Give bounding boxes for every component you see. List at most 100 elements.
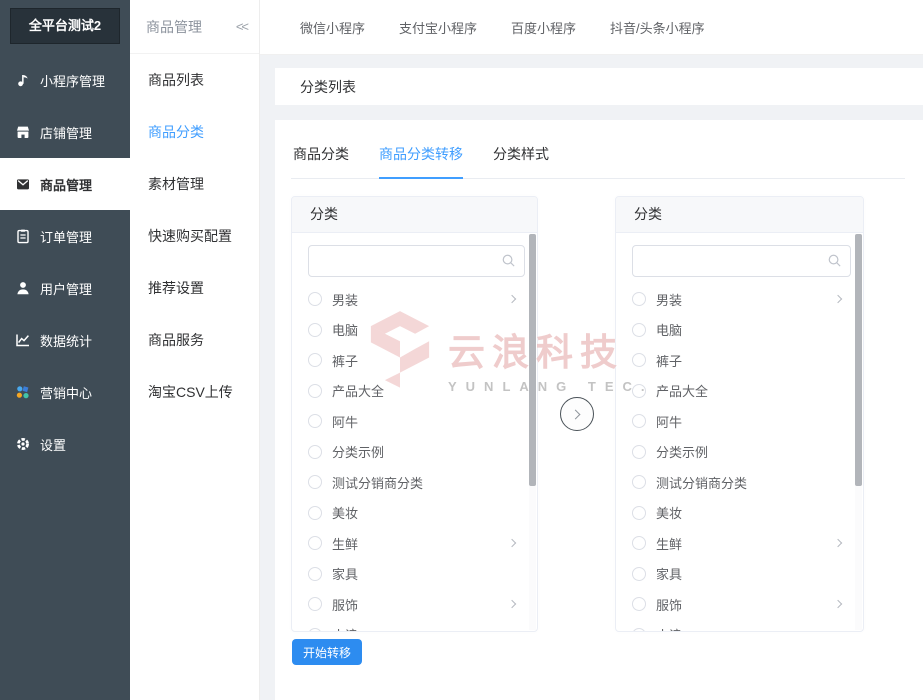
category-list-item[interactable]: 美妆: [308, 498, 537, 529]
category-label: 生鲜: [656, 536, 683, 552]
category-list-item[interactable]: 电脑: [632, 315, 863, 346]
radio-button[interactable]: [308, 353, 322, 368]
sidebar-item-label: 数据统计: [40, 333, 93, 349]
submenu-item-quick-buy[interactable]: 快速购买配置: [130, 210, 259, 262]
radio-button[interactable]: [632, 353, 646, 368]
radio-button[interactable]: [308, 322, 322, 337]
submenu-item-goods-list[interactable]: 商品列表: [130, 54, 259, 106]
category-label: 服饰: [332, 597, 359, 613]
category-list-item[interactable]: 生鲜: [308, 528, 537, 559]
category-list-item[interactable]: 男装: [632, 284, 863, 315]
sidebar-item-miniprogram[interactable]: 小程序管理: [0, 54, 130, 106]
category-label: 裤子: [332, 353, 359, 369]
stats-icon: [15, 332, 31, 348]
topbar-tab-wechat[interactable]: 微信小程序: [300, 18, 365, 37]
page-title: 分类列表: [300, 78, 356, 95]
radio-button[interactable]: [308, 627, 322, 631]
sidebar-item-marketing[interactable]: 营销中心: [0, 366, 130, 418]
radio-button[interactable]: [632, 322, 646, 337]
radio-button[interactable]: [308, 383, 322, 398]
category-label: 测试分销商分类: [656, 475, 748, 491]
panel-body: 男装 电脑 裤子 产品大全 阿牛 分类示例 测试分销商分类 美妆 生鲜 家具 服…: [616, 233, 863, 631]
radio-button[interactable]: [632, 414, 646, 429]
submenu-item-goods-category[interactable]: 商品分类: [130, 106, 259, 158]
radio-button[interactable]: [308, 414, 322, 429]
topbar-tab-alipay[interactable]: 支付宝小程序: [399, 18, 477, 37]
category-list-item[interactable]: 分类示例: [308, 437, 537, 468]
category-search-input[interactable]: [308, 245, 525, 277]
category-list-item[interactable]: 裤子: [308, 345, 537, 376]
radio-button[interactable]: [632, 597, 646, 612]
radio-button[interactable]: [632, 475, 646, 490]
panel-scrollbar-thumb[interactable]: [855, 234, 862, 486]
submenu-item-material[interactable]: 素材管理: [130, 158, 259, 210]
category-list-item[interactable]: 阿牛: [308, 406, 537, 437]
start-transfer-button[interactable]: 开始转移: [292, 639, 362, 665]
tab-goods-category[interactable]: 商品分类: [293, 144, 349, 179]
category-list-item[interactable]: 测试分销商分类: [632, 467, 863, 498]
category-list-item[interactable]: 裤子: [632, 345, 863, 376]
submenu-item-taobao-csv[interactable]: 淘宝CSV上传: [130, 366, 259, 418]
chevron-right-icon: [507, 538, 517, 548]
radio-button[interactable]: [632, 383, 646, 398]
submenu-item-recommend[interactable]: 推荐设置: [130, 262, 259, 314]
category-list-item[interactable]: 测试分销商分类: [308, 467, 537, 498]
category-label: 阿牛: [332, 414, 359, 430]
radio-button[interactable]: [308, 536, 322, 551]
category-list-item[interactable]: 美妆: [632, 498, 863, 529]
panel-title: 分类: [616, 197, 863, 233]
category-label: 分类示例: [656, 445, 709, 461]
category-list-item[interactable]: 分类示例: [632, 437, 863, 468]
sidebar-item-stats[interactable]: 数据统计: [0, 314, 130, 366]
category-label: 电脑: [332, 323, 359, 339]
radio-button[interactable]: [308, 566, 322, 581]
radio-button[interactable]: [308, 292, 322, 307]
radio-button[interactable]: [632, 536, 646, 551]
radio-button[interactable]: [632, 505, 646, 520]
category-search-input[interactable]: [632, 245, 851, 277]
shop-icon: [15, 124, 31, 140]
collapse-sidebar-button[interactable]: <<: [236, 19, 249, 34]
radio-button[interactable]: [308, 444, 322, 459]
category-card: 商品分类 商品分类转移 分类样式 分类 男装 电脑 裤子 产品大全 阿牛 分类示…: [275, 120, 923, 700]
category-list-item[interactable]: 服饰: [308, 589, 537, 620]
submenu-item-goods-service[interactable]: 商品服务: [130, 314, 259, 366]
topbar-tab-douyin[interactable]: 抖音/头条小程序: [610, 18, 705, 37]
radio-button[interactable]: [308, 475, 322, 490]
sidebar-item-goods[interactable]: 商品管理: [0, 158, 130, 210]
category-list-item[interactable]: 男装: [308, 284, 537, 315]
chevron-right-icon: [833, 294, 843, 304]
category-list-item[interactable]: 家具: [308, 559, 537, 590]
transfer-arrow-button[interactable]: [559, 397, 594, 431]
radio-button[interactable]: [632, 292, 646, 307]
category-list-item[interactable]: 服饰: [632, 589, 863, 620]
category-list-item[interactable]: 电脑: [308, 315, 537, 346]
arrow-right-icon: [570, 409, 580, 419]
category-label: 家具: [332, 567, 359, 583]
tab-category-style[interactable]: 分类样式: [493, 144, 549, 179]
sidebar-item-label: 商品管理: [40, 177, 93, 193]
category-list-item[interactable]: 产品大全: [308, 376, 537, 407]
radio-button[interactable]: [632, 566, 646, 581]
panel-scrollbar-thumb[interactable]: [529, 234, 536, 486]
user-icon: [15, 280, 31, 296]
radio-button[interactable]: [308, 505, 322, 520]
sidebar-item-users[interactable]: 用户管理: [0, 262, 130, 314]
category-list-item[interactable]: 小浪: [632, 620, 863, 631]
app-logo: 全平台测试2: [10, 8, 120, 44]
category-list-item[interactable]: 小浪: [308, 620, 537, 631]
target-category-panel: 分类 男装 电脑 裤子 产品大全 阿牛 分类示例 测试分销商分类 美妆 生鲜 家…: [615, 196, 864, 632]
panel-body: 男装 电脑 裤子 产品大全 阿牛 分类示例 测试分销商分类 美妆 生鲜 家具 服…: [292, 233, 537, 631]
topbar-tab-baidu[interactable]: 百度小程序: [511, 18, 576, 37]
radio-button[interactable]: [632, 444, 646, 459]
sidebar-item-orders[interactable]: 订单管理: [0, 210, 130, 262]
sidebar-item-shop[interactable]: 店铺管理: [0, 106, 130, 158]
category-list-item[interactable]: 阿牛: [632, 406, 863, 437]
category-list-item[interactable]: 家具: [632, 559, 863, 590]
category-list-item[interactable]: 产品大全: [632, 376, 863, 407]
radio-button[interactable]: [308, 597, 322, 612]
category-list-item[interactable]: 生鲜: [632, 528, 863, 559]
sidebar-item-settings[interactable]: 设置: [0, 418, 130, 470]
tab-category-transfer[interactable]: 商品分类转移: [379, 144, 463, 179]
radio-button[interactable]: [632, 627, 646, 631]
